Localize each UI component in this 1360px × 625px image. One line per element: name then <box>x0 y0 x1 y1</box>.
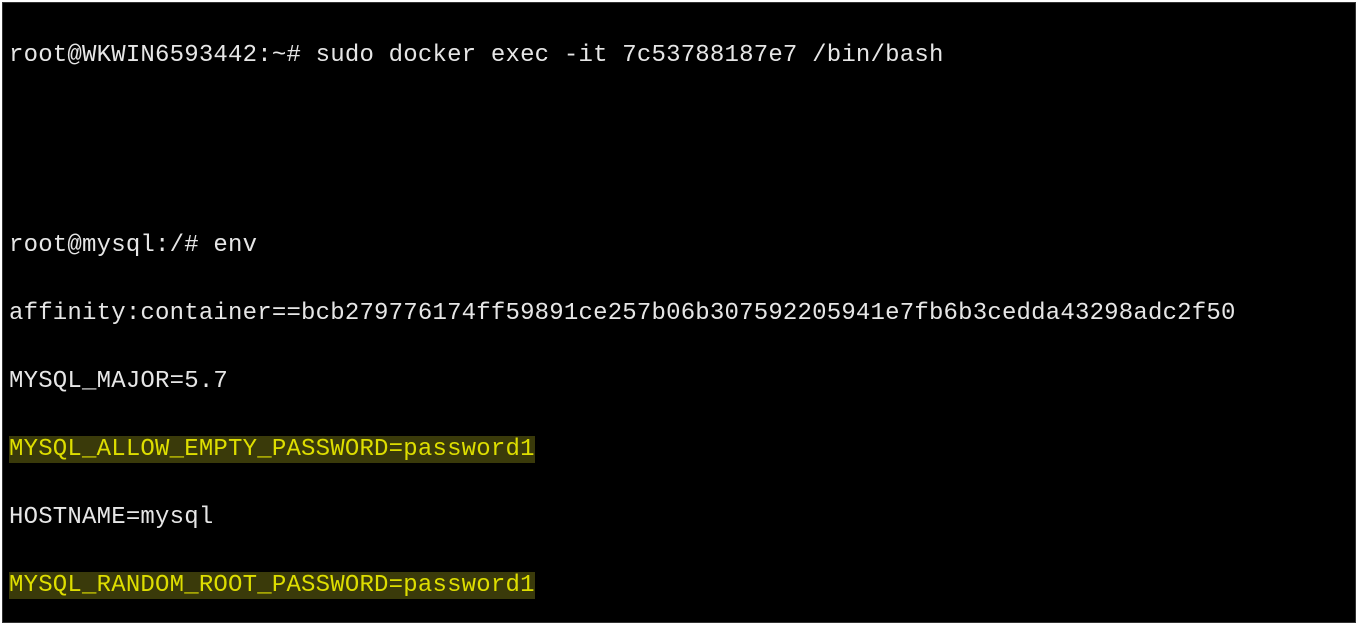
env-hostname: HOSTNAME=mysql <box>9 501 1349 535</box>
env-mysql-allow-empty-password: MYSQL_ALLOW_EMPTY_PASSWORD=password1 <box>9 433 1349 467</box>
prompt-container-line: root@mysql:/# env <box>9 229 1349 263</box>
env-mysql-major: MYSQL_MAJOR=5.7 <box>9 365 1349 399</box>
highlighted-env-var: MYSQL_RANDOM_ROOT_PASSWORD=password1 <box>9 572 535 599</box>
env-affinity: affinity:container==bcb279776174ff59891c… <box>9 297 1349 331</box>
redacted-block <box>9 107 1349 195</box>
env-mysql-random-root-password: MYSQL_RANDOM_ROOT_PASSWORD=password1 <box>9 569 1349 603</box>
prompt-host-line: root@WKWIN6593442:~# sudo docker exec -i… <box>9 39 1349 73</box>
terminal-window[interactable]: root@WKWIN6593442:~# sudo docker exec -i… <box>2 2 1356 623</box>
highlighted-env-var: MYSQL_ALLOW_EMPTY_PASSWORD=password1 <box>9 436 535 463</box>
